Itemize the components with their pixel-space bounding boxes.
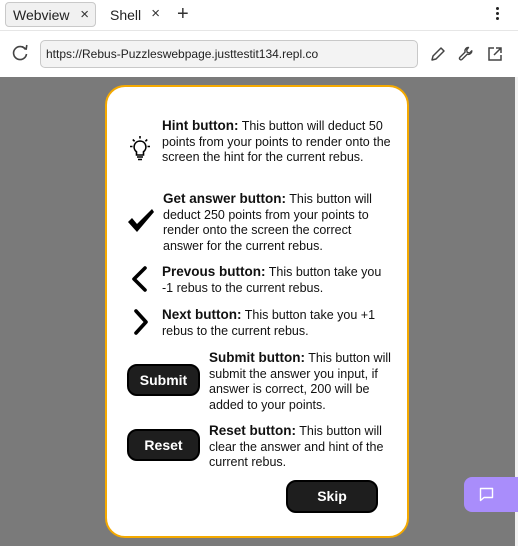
reset-button-sample[interactable]: Reset xyxy=(127,429,200,461)
next-description: Next button: This button take you +1 reb… xyxy=(162,307,382,339)
checkmark-icon xyxy=(128,209,154,232)
submit-description: Submit button: This button will submit t… xyxy=(209,350,391,413)
get-answer-description: Get answer button: This button will dedu… xyxy=(163,191,389,254)
tab-bar: Webview × Shell × + xyxy=(0,0,518,30)
address-bar: https://Rebus-Puzzleswebpage.justtestit1… xyxy=(0,30,518,77)
previous-title: Prevous button: xyxy=(162,264,266,279)
more-options-icon[interactable] xyxy=(492,5,502,25)
tab-shell[interactable]: Shell × xyxy=(104,2,164,27)
skip-button[interactable]: Skip xyxy=(286,480,378,513)
tab-shell-close-icon[interactable]: × xyxy=(151,5,160,23)
tab-webview-close-icon[interactable]: × xyxy=(80,6,89,24)
webview-viewport: Hint button: This button will deduct 50 … xyxy=(0,77,518,546)
reload-icon[interactable] xyxy=(10,43,30,63)
reset-description: Reset button: This button will clear the… xyxy=(209,423,391,471)
get-answer-title: Get answer button: xyxy=(163,191,287,206)
url-field[interactable]: https://Rebus-Puzzleswebpage.justtestit1… xyxy=(40,40,418,68)
devtools-wrench-icon[interactable] xyxy=(457,45,475,63)
chevron-left-icon xyxy=(132,266,147,292)
help-card: Hint button: This button will deduct 50 … xyxy=(105,85,409,538)
submit-button-sample[interactable]: Submit xyxy=(127,364,200,396)
reset-title: Reset button: xyxy=(209,423,296,438)
new-tab-button[interactable]: + xyxy=(177,4,189,24)
hint-description: Hint button: This button will deduct 50 … xyxy=(162,118,392,166)
chat-feedback-button[interactable] xyxy=(464,477,518,512)
tab-webview-label: Webview xyxy=(13,6,70,23)
hint-title: Hint button: xyxy=(162,118,239,133)
edit-pencil-icon[interactable] xyxy=(429,45,447,63)
next-title: Next button: xyxy=(162,307,242,322)
tab-shell-label: Shell xyxy=(110,6,142,23)
open-new-window-icon[interactable] xyxy=(486,45,504,63)
tab-webview[interactable]: Webview × xyxy=(5,2,96,27)
chat-bubble-icon xyxy=(479,487,494,502)
lightbulb-icon xyxy=(130,136,150,161)
previous-description: Prevous button: This button take you -1 … xyxy=(162,264,382,296)
submit-title: Submit button: xyxy=(209,350,305,365)
chevron-right-icon xyxy=(134,309,148,335)
